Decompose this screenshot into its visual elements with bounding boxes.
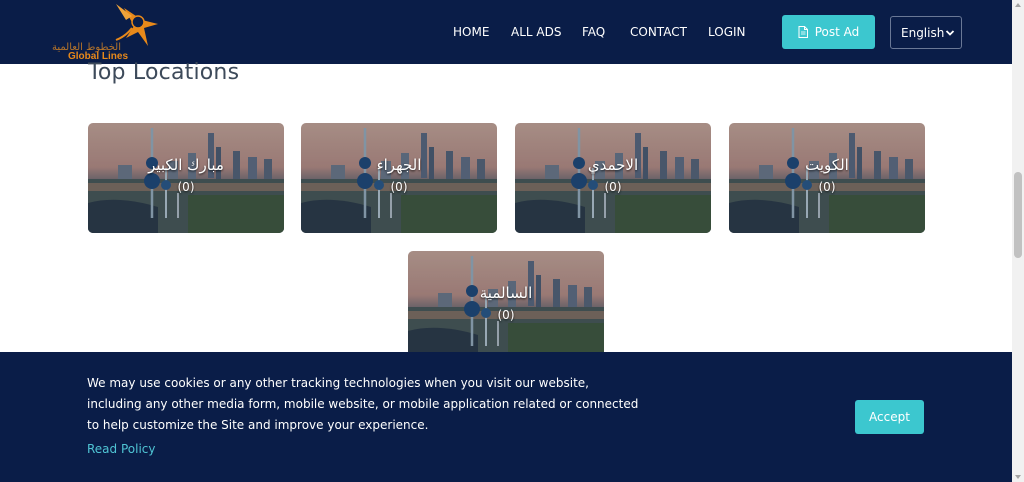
document-icon — [798, 26, 808, 38]
location-name: السالمية — [479, 284, 533, 302]
post-ad-label: Post Ad — [814, 25, 860, 39]
read-policy-link[interactable]: Read Policy — [87, 442, 155, 456]
location-name: الكويت — [805, 156, 849, 174]
card-overlay — [301, 123, 497, 233]
location-card[interactable]: السالمية (0) — [408, 251, 604, 361]
location-name: الجهراء — [376, 156, 422, 174]
language-selected-value: English — [901, 25, 945, 40]
location-card[interactable]: مبارك الكبير (0) — [88, 123, 284, 233]
location-name: الاحمدي — [587, 156, 639, 174]
location-count: (0) — [604, 180, 622, 194]
page-scrollbar[interactable] — [1012, 0, 1024, 482]
cookie-consent-banner: We may use cookies or any other tracking… — [0, 352, 1012, 482]
card-overlay — [515, 123, 711, 233]
card-overlay — [729, 123, 925, 233]
section-title: Top Locations — [88, 60, 240, 85]
scroll-thumb[interactable] — [1014, 172, 1022, 258]
site-logo[interactable]: الخطوط العالمية Global Lines — [46, 2, 161, 62]
nav-contact-link[interactable]: CONTACT — [630, 25, 687, 39]
scroll-up-arrow-icon[interactable] — [1015, 3, 1021, 7]
language-select[interactable]: English — [890, 16, 962, 49]
location-count: (0) — [177, 180, 195, 194]
card-overlay — [88, 123, 284, 233]
location-count: (0) — [818, 180, 836, 194]
location-card[interactable]: الجهراء (0) — [301, 123, 497, 233]
accept-cookies-button[interactable]: Accept — [855, 400, 924, 434]
nav-home-link[interactable]: HOME — [453, 25, 489, 39]
nav-all-ads-link[interactable]: ALL ADS — [511, 25, 561, 39]
location-count: (0) — [497, 308, 515, 322]
cookie-message: We may use cookies or any other tracking… — [87, 376, 639, 432]
card-overlay — [408, 251, 604, 361]
location-count: (0) — [390, 180, 408, 194]
location-card[interactable]: الاحمدي (0) — [515, 123, 711, 233]
nav-login-link[interactable]: LOGIN — [708, 25, 746, 39]
chevron-down-icon — [945, 30, 955, 36]
nav-faq-link[interactable]: FAQ — [582, 25, 605, 39]
location-card[interactable]: الكويت (0) — [729, 123, 925, 233]
top-navbar: الخطوط العالمية Global Lines HOME ALL AD… — [0, 0, 1012, 64]
post-ad-button[interactable]: Post Ad — [782, 15, 875, 49]
location-name: مبارك الكبير — [148, 156, 224, 174]
scroll-down-arrow-icon[interactable] — [1015, 475, 1021, 479]
